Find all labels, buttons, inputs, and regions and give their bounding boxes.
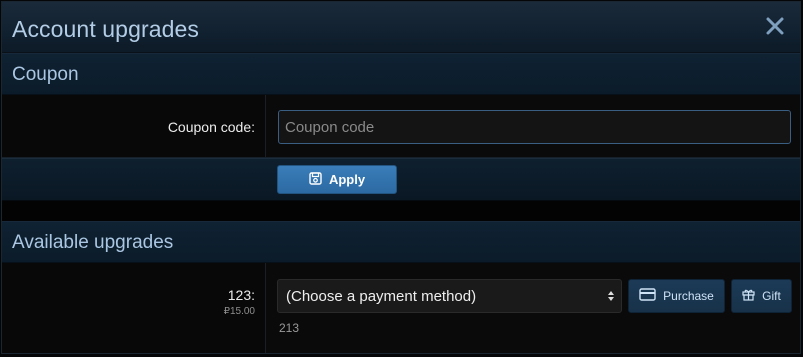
- coupon-section-title: Coupon: [12, 64, 79, 85]
- credit-card-icon: [639, 288, 656, 304]
- gift-icon: [742, 288, 755, 304]
- purchase-button-label: Purchase: [663, 289, 714, 303]
- upgrade-price: ₽15.00: [223, 306, 255, 317]
- coupon-label-column: Coupon code:: [2, 95, 266, 157]
- upgrade-description: 213: [279, 321, 300, 335]
- section-divider: [2, 201, 800, 221]
- upgrade-name: 123:: [227, 287, 255, 303]
- coupon-row: Coupon code:: [2, 95, 800, 158]
- apply-button[interactable]: Apply: [277, 165, 397, 194]
- payment-method-select[interactable]: (Choose a payment method): [277, 279, 622, 313]
- dialog-titlebar: Account upgrades: [2, 2, 800, 53]
- apply-button-label: Apply: [328, 172, 366, 187]
- account-upgrades-dialog: Account upgrades Coupon Coupon code: App…: [1, 1, 801, 354]
- upgrades-section-header: Available upgrades: [2, 221, 800, 263]
- gift-button-label: Gift: [762, 289, 781, 303]
- dialog-title: Account upgrades: [12, 16, 200, 42]
- upgrade-label-column: 123: ₽15.00: [2, 263, 266, 353]
- payment-method-value: (Choose a payment method): [286, 287, 477, 305]
- purchase-button[interactable]: Purchase: [628, 279, 725, 313]
- gift-button[interactable]: Gift: [731, 279, 792, 313]
- coupon-code-input[interactable]: [278, 110, 791, 144]
- upgrades-section-title: Available upgrades: [12, 232, 174, 253]
- coupon-action-bar: Apply: [2, 158, 800, 201]
- upgrade-item-row: 123: ₽15.00 (Choose a payment method) Pu…: [2, 263, 800, 353]
- select-arrows-icon: [607, 288, 615, 308]
- save-icon: [309, 171, 322, 188]
- coupon-section-header: Coupon: [2, 53, 800, 95]
- close-icon[interactable]: [764, 14, 786, 38]
- coupon-code-label: Coupon code:: [167, 119, 255, 135]
